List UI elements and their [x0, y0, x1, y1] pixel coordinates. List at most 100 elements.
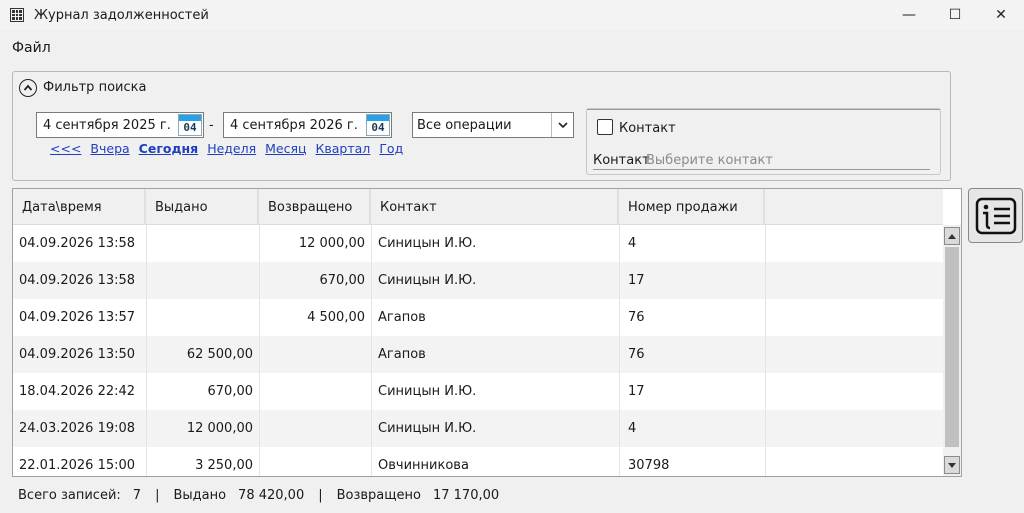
window-title: Журнал задолженностей	[34, 7, 209, 23]
cell-sale-number: 4	[620, 225, 766, 262]
column-contact[interactable]: Контакт	[371, 189, 619, 225]
cell-contact: Синицын И.Ю.	[372, 262, 620, 299]
status-separator: |	[318, 488, 323, 503]
link-year[interactable]: Год	[379, 141, 403, 156]
contact-filter: Контакт Контакт Выберите контакт	[586, 108, 941, 175]
link-yesterday[interactable]: Вчера	[90, 141, 129, 156]
calendar-icon[interactable]: 04	[366, 114, 390, 136]
cell-datetime: 04.09.2026 13:50	[13, 336, 147, 373]
column-sale-number[interactable]: Номер продажи	[619, 189, 765, 225]
title-bar: Журнал задолженностей — ☐ ✕	[0, 0, 1024, 30]
filter-title: Фильтр поиска	[43, 80, 147, 95]
triangle-up-icon	[948, 233, 956, 239]
link-month[interactable]: Месяц	[265, 141, 306, 156]
column-datetime[interactable]: Дата\время	[13, 189, 146, 225]
minimize-button[interactable]: —	[886, 0, 932, 30]
cell-issued: 670,00	[147, 373, 260, 410]
cell-returned: 670,00	[260, 262, 372, 299]
total-records-label: Всего записей:	[18, 488, 121, 503]
vertical-scrollbar[interactable]	[943, 225, 961, 476]
scroll-down-button[interactable]	[944, 456, 960, 474]
column-issued[interactable]: Выдано	[146, 189, 259, 225]
cell-sale-number: 17	[620, 262, 766, 299]
link-quarter[interactable]: Квартал	[316, 141, 371, 156]
operation-value: Все операции	[417, 117, 512, 133]
cell-contact: Агапов	[372, 336, 620, 373]
table-row[interactable]: 04.09.2026 13:58 670,00 Синицын И.Ю. 17	[13, 262, 943, 299]
issued-label: Выдано	[173, 488, 227, 503]
cell-datetime: 24.03.2026 19:08	[13, 410, 147, 447]
date-from-value: 4 сентября 2025 г.	[43, 117, 171, 133]
contact-checkbox[interactable]	[597, 119, 613, 135]
operation-select[interactable]: Все операции	[412, 112, 574, 138]
cell-contact: Синицын И.Ю.	[372, 373, 620, 410]
search-filter-panel: Фильтр поиска 4 сентября 2025 г. 04 - 4 …	[12, 71, 951, 181]
cell-sale-number: 30798	[620, 447, 766, 476]
link-today[interactable]: Сегодня	[139, 141, 199, 156]
cell-datetime: 18.04.2026 22:42	[13, 373, 147, 410]
quick-period-links: <<< Вчера Сегодня Неделя Месяц Квартал Г…	[50, 141, 403, 156]
date-range-dash: -	[209, 118, 214, 133]
date-to-picker[interactable]: 4 сентября 2026 г. 04	[223, 112, 392, 138]
calendar-day: 04	[183, 121, 197, 134]
menu-file[interactable]: Файл	[0, 40, 63, 56]
calendar-icon[interactable]: 04	[178, 114, 202, 136]
cell-returned	[260, 336, 372, 373]
cell-sale-number: 17	[620, 373, 766, 410]
returned-label: Возвращено	[336, 488, 421, 503]
info-list-icon	[975, 197, 1016, 234]
contact-checkbox-label[interactable]: Контакт	[619, 121, 676, 136]
cell-issued: 12 000,00	[147, 410, 260, 447]
cell-issued	[147, 299, 260, 336]
cell-contact: Синицын И.Ю.	[372, 225, 620, 262]
contact-input[interactable]: Выберите контакт	[646, 153, 773, 168]
status-bar: Всего записей: 7 | Выдано 78 420,00 | Во…	[18, 488, 499, 503]
calendar-day: 04	[371, 121, 385, 134]
triangle-down-icon	[948, 462, 956, 468]
total-records-value: 7	[132, 488, 142, 503]
table-row[interactable]: 04.09.2026 13:58 12 000,00 Синицын И.Ю. …	[13, 225, 943, 262]
close-button[interactable]: ✕	[978, 0, 1024, 30]
status-separator: |	[155, 488, 160, 503]
cell-contact: Агапов	[372, 299, 620, 336]
cell-datetime: 04.09.2026 13:58	[13, 225, 147, 262]
column-returned[interactable]: Возвращено	[259, 189, 371, 225]
maximize-button[interactable]: ☐	[932, 0, 978, 30]
table-header: Дата\время Выдано Возвращено Контакт Ном…	[13, 189, 943, 225]
table-row[interactable]: 24.03.2026 19:08 12 000,00 Синицын И.Ю. …	[13, 410, 943, 447]
chevron-down-icon[interactable]	[551, 113, 573, 137]
cell-datetime: 04.09.2026 13:58	[13, 262, 147, 299]
table-body: 04.09.2026 13:58 12 000,00 Синицын И.Ю. …	[13, 225, 943, 476]
table-row[interactable]: 18.04.2026 22:42 670,00 Синицын И.Ю. 17	[13, 373, 943, 410]
app-icon	[10, 8, 24, 22]
cell-returned: 12 000,00	[260, 225, 372, 262]
scroll-up-button[interactable]	[944, 227, 960, 245]
debts-table: Дата\время Выдано Возвращено Контакт Ном…	[12, 188, 962, 477]
cell-contact: Овчинникова	[372, 447, 620, 476]
scroll-thumb[interactable]	[945, 247, 959, 447]
cell-sale-number: 4	[620, 410, 766, 447]
table-row[interactable]: 22.01.2026 15:00 3 250,00 Овчинникова 30…	[13, 447, 943, 476]
date-to-value: 4 сентября 2026 г.	[230, 117, 358, 133]
table-row[interactable]: 04.09.2026 13:50 62 500,00 Агапов 76	[13, 336, 943, 373]
cell-issued: 3 250,00	[147, 447, 260, 476]
link-back[interactable]: <<<	[50, 141, 81, 156]
cell-returned	[260, 447, 372, 476]
cell-returned	[260, 410, 372, 447]
info-list-button[interactable]	[968, 188, 1023, 243]
cell-returned	[260, 373, 372, 410]
cell-sale-number: 76	[620, 336, 766, 373]
contact-tab[interactable]: Контакт	[593, 153, 650, 170]
cell-contact: Синицын И.Ю.	[372, 410, 620, 447]
issued-total: 78 420,00	[238, 488, 305, 503]
collapse-filter-button[interactable]	[19, 79, 37, 97]
date-from-picker[interactable]: 4 сентября 2025 г. 04	[36, 112, 204, 138]
cell-datetime: 04.09.2026 13:57	[13, 299, 147, 336]
returned-total: 17 170,00	[432, 488, 500, 503]
cell-issued	[147, 262, 260, 299]
table-row[interactable]: 04.09.2026 13:57 4 500,00 Агапов 76	[13, 299, 943, 336]
cell-sale-number: 76	[620, 299, 766, 336]
link-week[interactable]: Неделя	[207, 141, 256, 156]
cell-datetime: 22.01.2026 15:00	[13, 447, 147, 476]
cell-issued: 62 500,00	[147, 336, 260, 373]
